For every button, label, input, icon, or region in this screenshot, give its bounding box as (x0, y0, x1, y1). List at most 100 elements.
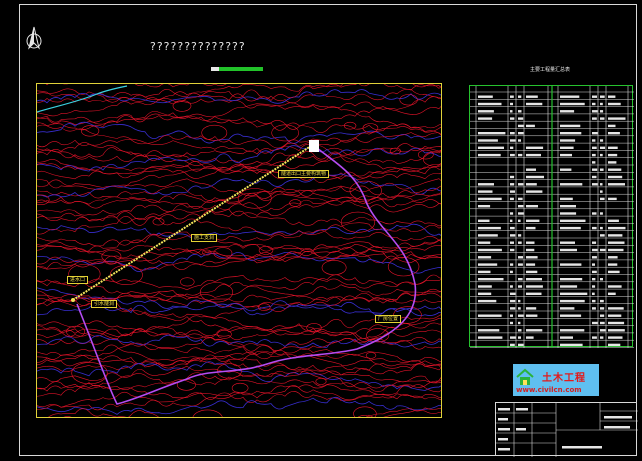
table-cell-text (608, 314, 622, 317)
table-cell-text (592, 102, 596, 106)
table-cell-text (560, 241, 575, 244)
table-cell-text (600, 212, 603, 215)
title-block-grid (496, 403, 638, 457)
contour-map-canvas (37, 84, 441, 417)
contour-line (37, 334, 441, 349)
table-cell-text (608, 183, 625, 186)
table-cell-text (526, 256, 538, 259)
table-cell-text (478, 153, 501, 157)
table-cell-text (560, 168, 572, 171)
table-cell-text (526, 241, 535, 244)
table-cell-text (526, 183, 537, 186)
contour-line (37, 246, 441, 271)
table-cell-text (560, 95, 580, 98)
contour-ring (213, 247, 233, 259)
table-cell-text (478, 234, 498, 237)
contour-ring (353, 406, 377, 417)
table-cell-text (478, 132, 506, 135)
table-cell-text (526, 292, 542, 295)
table-cell-text (560, 102, 585, 106)
table-cell-text (608, 197, 617, 201)
table-cell-text (518, 278, 523, 281)
table-cell-text (518, 197, 523, 201)
table-cell-text (526, 285, 543, 288)
table-cell-text (592, 278, 596, 281)
table-cell-text (518, 117, 524, 120)
table-cell-text (526, 226, 536, 230)
table-cell-text (510, 314, 513, 317)
table-cell-text (478, 285, 492, 288)
table-cell-text (510, 102, 513, 106)
table-cell-text (600, 299, 604, 303)
table-cell-text (526, 248, 535, 252)
table-cell-text (608, 95, 616, 98)
table-cell-text (608, 132, 620, 135)
table-cell-text (608, 146, 618, 149)
table-cell-text (510, 153, 515, 157)
table-cell-text (526, 270, 538, 274)
table-cell-text (592, 285, 596, 288)
quantity-table-grid (470, 86, 634, 348)
contour-ring (321, 260, 347, 276)
title-block-text (604, 416, 632, 419)
contour-ring (192, 409, 223, 417)
table-cell-text (600, 197, 605, 201)
contour-line (37, 123, 441, 149)
label-east: 厂房位置 (375, 315, 402, 323)
table-cell-text (600, 314, 605, 317)
table-cell-text (518, 212, 524, 215)
table-cell-text (526, 168, 536, 171)
table-cell-text (608, 263, 618, 266)
contour-line (37, 89, 441, 104)
table-cell-text (510, 146, 514, 149)
intake-marker (71, 298, 75, 302)
table-cell-text (518, 314, 524, 317)
table-cell-text (608, 168, 622, 171)
table-cell-text (592, 161, 596, 164)
table-cell-text (592, 263, 595, 266)
table-cell-text (478, 219, 490, 222)
table-cell-text (608, 256, 618, 259)
contour-line (37, 361, 441, 391)
table-cell-text (478, 205, 491, 208)
table-cell-text (600, 183, 603, 186)
table-cell-text (478, 190, 493, 193)
title-block (495, 402, 638, 457)
table-cell-text (510, 212, 514, 215)
contour-ring (172, 100, 192, 112)
table-cell-text (518, 256, 523, 259)
title-block-text (562, 446, 602, 449)
table-cell-text (510, 219, 513, 222)
table-cell-text (560, 263, 582, 266)
table-cell-text (560, 292, 588, 295)
table-cell-text (592, 256, 597, 259)
contour-line (37, 96, 441, 130)
table-cell-text (608, 270, 620, 274)
table-cell-text (600, 168, 604, 171)
table-cell-text (608, 241, 625, 244)
label-center: 施工支洞 (191, 234, 218, 242)
table-cell-text (600, 336, 604, 339)
table-cell-text (518, 299, 521, 303)
table-cell-text (518, 263, 523, 266)
table-cell-text (526, 307, 537, 310)
table-cell-text (560, 285, 578, 288)
title-block-text (498, 418, 508, 421)
label-west-lower: 引水隧洞 (91, 300, 118, 308)
table-cell-text (526, 263, 536, 266)
contour-line (37, 115, 441, 133)
table-cell-text (510, 190, 515, 193)
title-block-text (498, 438, 508, 441)
table-cell-text (592, 307, 596, 310)
table-cell-text (600, 110, 604, 113)
table-cell-text (510, 321, 513, 325)
table-cell-text (608, 336, 623, 339)
contour-line (37, 209, 441, 227)
topographic-map[interactable]: 隧道出口主要构筑物 施工支洞 进水口 引水隧洞 厂房位置 (36, 83, 442, 418)
table-cell-text (510, 336, 516, 339)
label-north-end: 隧道出口主要构筑物 (278, 170, 330, 178)
table-cell-text (592, 248, 598, 252)
table-cell-text (510, 110, 513, 113)
table-cell-text (592, 183, 598, 186)
table-cell-text (608, 329, 625, 332)
